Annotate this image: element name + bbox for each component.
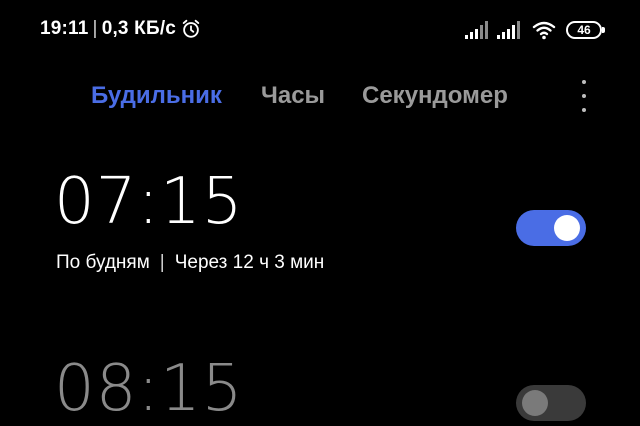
battery-level: 46 bbox=[577, 23, 591, 37]
more-vertical-icon-dot bbox=[582, 94, 586, 98]
more-vertical-icon-dot bbox=[582, 108, 586, 112]
signal-2-icon bbox=[497, 21, 520, 39]
alarm-item[interactable]: 08:15 bbox=[0, 345, 640, 424]
signal-1-icon bbox=[465, 21, 488, 39]
network-speed: 0,3 КБ/с bbox=[101, 18, 177, 39]
alarm-toggle-on[interactable] bbox=[516, 210, 586, 246]
tab-stopwatch[interactable]: Секундомер bbox=[362, 82, 508, 110]
status-separator: | bbox=[92, 18, 98, 39]
toggle-knob bbox=[554, 215, 580, 241]
alarm-clock-icon bbox=[182, 19, 200, 38]
tab-bar: Будильник Часы Секундомер bbox=[0, 76, 640, 116]
alarm-details: По будням | Через 12 ч 3 мин bbox=[56, 252, 324, 274]
toggle-knob bbox=[522, 390, 548, 416]
alarm-details-separator: | bbox=[159, 252, 165, 273]
status-right: 46 bbox=[458, 18, 605, 42]
alarm-time: 07:15 bbox=[54, 165, 244, 239]
more-options-button[interactable] bbox=[574, 80, 594, 112]
alarm-time: 08:15 bbox=[54, 352, 244, 426]
tab-alarm[interactable]: Будильник bbox=[91, 82, 222, 110]
status-bar: 19:11 | 0,3 КБ/с 46 bbox=[0, 0, 640, 60]
alarm-repeat: По будням bbox=[56, 252, 150, 273]
battery-indicator: 46 bbox=[566, 21, 605, 39]
alarm-toggle-off[interactable] bbox=[516, 385, 586, 421]
tab-clock[interactable]: Часы bbox=[261, 82, 325, 110]
status-left: 19:11 | 0,3 КБ/с bbox=[40, 18, 202, 40]
status-time: 19:11 bbox=[40, 18, 89, 39]
alarm-item[interactable]: 07:15 По будням | Через 12 ч 3 мин bbox=[0, 170, 640, 290]
alarm-countdown: Через 12 ч 3 мин bbox=[174, 252, 325, 273]
wifi-icon bbox=[532, 21, 556, 40]
more-vertical-icon bbox=[582, 80, 586, 84]
